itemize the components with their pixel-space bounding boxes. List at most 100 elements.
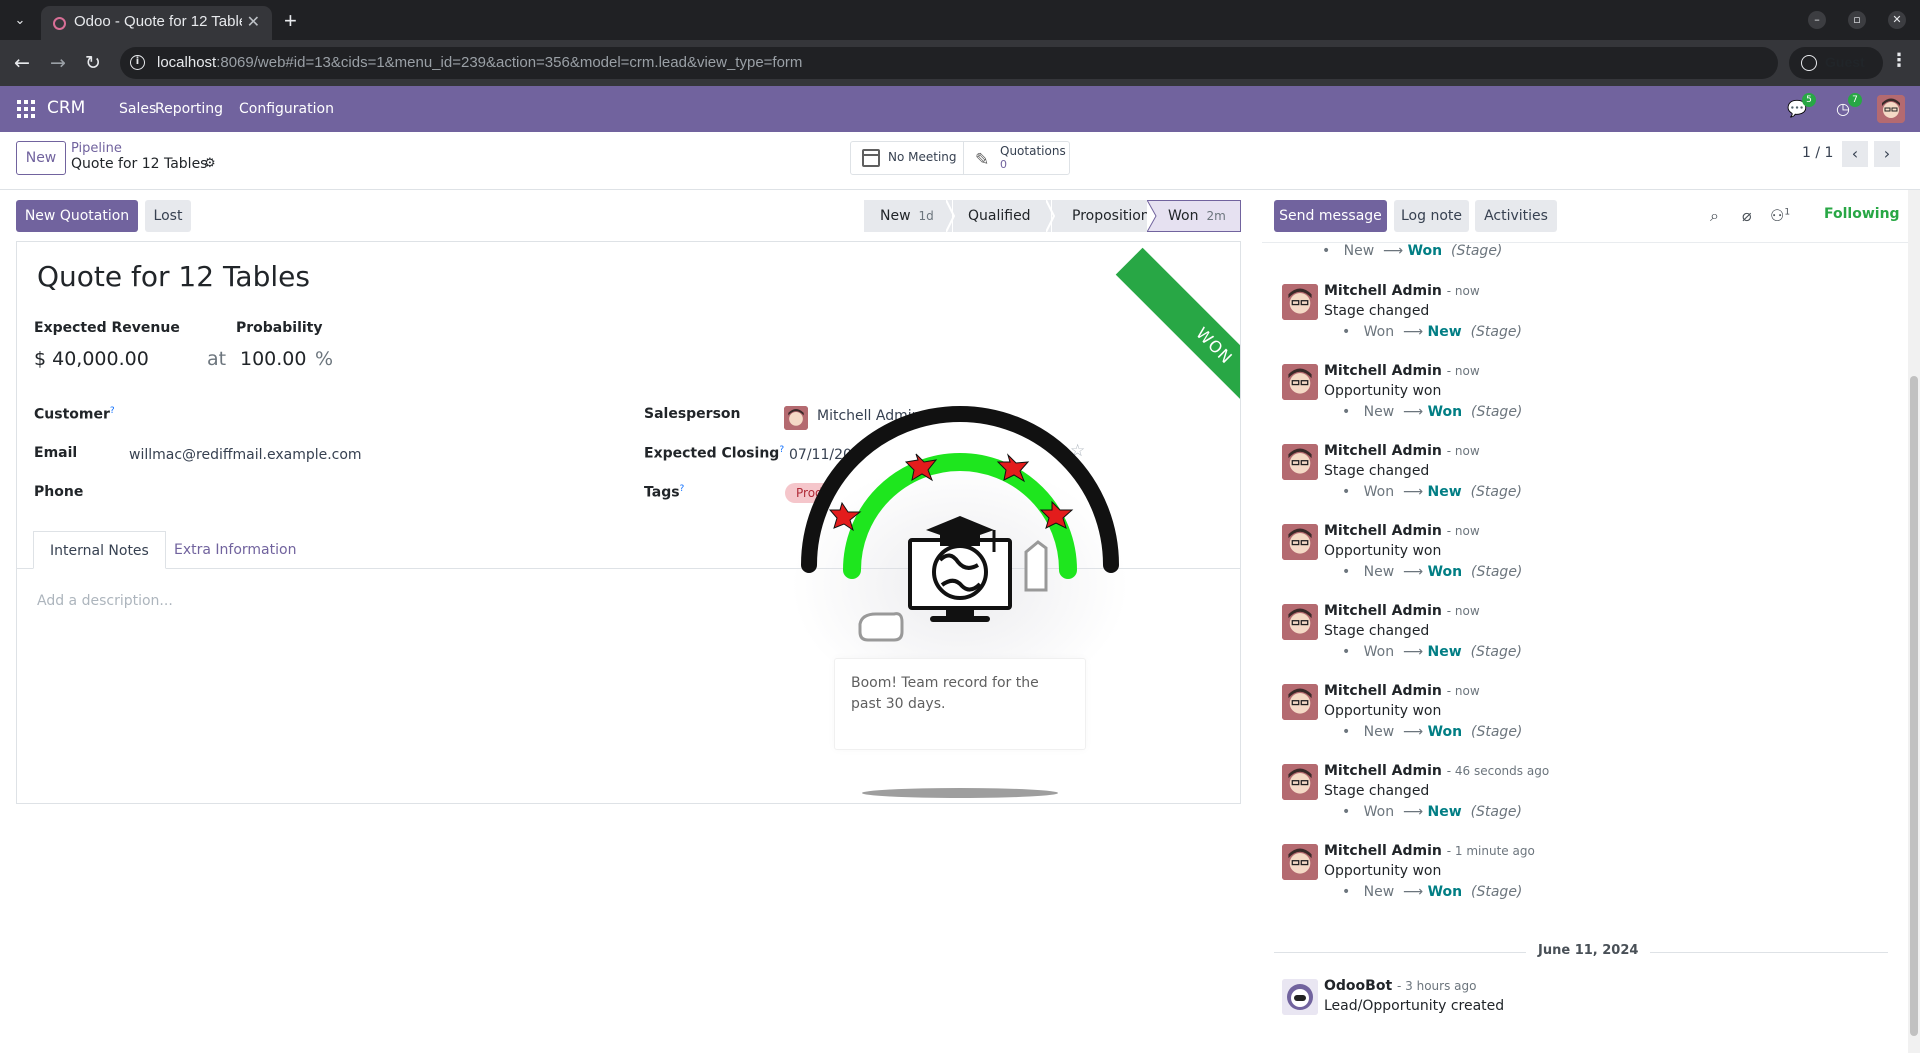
tab-close-icon[interactable]: ✕ xyxy=(247,12,260,31)
search-icon[interactable]: ⌕ xyxy=(1710,206,1719,226)
tab-search-chevron-icon[interactable]: ⌄ xyxy=(8,9,32,33)
window-close-icon[interactable]: ✕ xyxy=(1888,11,1906,29)
author-avatar[interactable] xyxy=(1282,604,1318,640)
url-text: localhost:8069/web#id=13&cids=1&menu_id=… xyxy=(157,54,803,71)
tracking-line: • Won ⟶ New (Stage) xyxy=(1342,484,1522,500)
paperclip-icon[interactable]: ⌀ xyxy=(1742,206,1752,225)
control-panel: New Pipeline Quote for 12 Tables ⚙ No Me… xyxy=(0,132,1920,190)
message-author: Mitchell Admin - now xyxy=(1324,283,1480,299)
browser-menu-icon[interactable]: ⋮ xyxy=(1890,50,1908,71)
reload-icon[interactable]: ↻ xyxy=(80,50,106,76)
author-avatar[interactable] xyxy=(1282,284,1318,320)
chatter-message: Mitchell Admin - now Stage changed • Won ⟶… xyxy=(1272,283,1872,363)
browser-tab[interactable]: Odoo - Quote for 12 Tables ✕ xyxy=(41,6,272,40)
message-author: Mitchell Admin - now xyxy=(1324,523,1480,539)
stage-arrow-separator xyxy=(1046,200,1056,232)
send-message-button[interactable]: Send message xyxy=(1274,200,1387,232)
expected-closing-label: Expected Closing? xyxy=(644,445,785,462)
message-author: Mitchell Admin - now xyxy=(1324,603,1480,619)
tab-extra-information[interactable]: Extra Information xyxy=(158,531,312,569)
following-button[interactable]: Following xyxy=(1824,206,1900,222)
chatter-message: Mitchell Admin - now Stage changed • Won ⟶… xyxy=(1272,443,1872,523)
menu-sales[interactable]: Sales xyxy=(119,101,156,117)
back-arrow-icon[interactable]: ← xyxy=(9,50,35,76)
phone-label: Phone xyxy=(34,484,84,500)
chatter-message: Mitchell Admin - now Opportunity won • New… xyxy=(1272,683,1872,763)
message-body: Opportunity won xyxy=(1324,703,1442,719)
app-name[interactable]: CRM xyxy=(47,98,85,118)
calendar-icon xyxy=(862,149,880,167)
message-body: Stage changed xyxy=(1324,783,1430,799)
author-avatar[interactable] xyxy=(1282,844,1318,880)
author-avatar[interactable] xyxy=(1282,764,1318,800)
new-record-button[interactable]: New xyxy=(16,141,66,175)
tracking-line: • New ⟶ Won (Stage) xyxy=(1342,724,1523,740)
log-note-button[interactable]: Log note xyxy=(1394,200,1469,232)
profile-label: Guest xyxy=(1825,54,1865,70)
author-avatar[interactable] xyxy=(1282,444,1318,480)
activities-button[interactable]: Activities xyxy=(1475,200,1557,232)
app-menu-grid-icon[interactable] xyxy=(17,100,35,118)
odoo-navbar: CRM Sales Reporting Configuration 💬 5 ◷ 7 xyxy=(0,86,1920,132)
edit-icon: ✎ xyxy=(975,150,990,170)
probability-at: at xyxy=(207,348,227,370)
profile-button[interactable]: Guest xyxy=(1789,47,1883,79)
stage-qualified[interactable]: Qualified xyxy=(953,200,1051,232)
message-author: Mitchell Admin - now xyxy=(1324,443,1480,459)
restore-icon[interactable]: ▫ xyxy=(1848,11,1866,29)
expected-revenue-value[interactable]: $ 40,000.00 xyxy=(34,348,149,370)
probability-value[interactable]: 100.00 xyxy=(240,348,306,370)
odoo-favicon-icon xyxy=(53,17,66,30)
new-quotation-button[interactable]: New Quotation xyxy=(16,200,138,232)
tab-internal-notes[interactable]: Internal Notes xyxy=(33,531,166,569)
lost-button[interactable]: Lost xyxy=(145,200,191,232)
new-tab-plus-icon[interactable]: + xyxy=(284,8,297,34)
message-author: Mitchell Admin - 1 minute ago xyxy=(1324,843,1535,859)
rainbow-message: Boom! Team record for the past 30 days. xyxy=(834,658,1086,750)
message-author: OdooBot - 3 hours ago xyxy=(1324,978,1477,994)
help-icon[interactable]: ? xyxy=(680,484,685,494)
stage-won[interactable]: Won 2m xyxy=(1147,200,1241,232)
pager-value[interactable]: 1 / 1 xyxy=(1802,145,1833,161)
chatter-scrollbar[interactable] xyxy=(1908,190,1920,1053)
forward-arrow-icon[interactable]: → xyxy=(45,50,71,76)
help-icon[interactable]: ? xyxy=(110,406,115,416)
followers-count: 1 xyxy=(1784,207,1791,218)
messages-icon[interactable]: 💬 5 xyxy=(1786,93,1816,120)
help-icon[interactable]: ? xyxy=(779,445,784,455)
pager-next-icon[interactable]: › xyxy=(1874,141,1900,167)
email-value[interactable]: willmac@rediffmail.example.com xyxy=(129,447,362,463)
tracking-line: • New ⟶ Won (Stage) xyxy=(1342,884,1523,900)
author-avatar[interactable] xyxy=(1282,364,1318,400)
author-avatar[interactable] xyxy=(1282,524,1318,560)
message-body: Stage changed xyxy=(1324,623,1430,639)
stage-arrow-separator xyxy=(946,200,956,232)
followers-icon[interactable]: ⚇1 xyxy=(1770,206,1790,225)
stage-arrow-separator xyxy=(1147,200,1157,232)
stage-statusbar: New 1d Qualified Proposition Won 2m xyxy=(864,200,1241,232)
message-body: Opportunity won xyxy=(1324,543,1442,559)
menu-reporting[interactable]: Reporting xyxy=(155,101,223,117)
tracking-line: • New ⟶ Won (Stage) xyxy=(1342,564,1523,580)
menu-configuration[interactable]: Configuration xyxy=(239,101,334,117)
rainbow-man-effect[interactable]: Boom! Team record for the past 30 days. xyxy=(790,400,1130,810)
address-bar[interactable]: i localhost:8069/web#id=13&cids=1&menu_i… xyxy=(120,47,1778,79)
chatter-topbar: Send message Log note Activities ⌕ ⌀ ⚇1 xyxy=(1262,190,1920,243)
gear-icon[interactable]: ⚙ xyxy=(204,156,216,171)
quotations-smart-button[interactable]: ✎ Quotations 0 xyxy=(965,142,1069,174)
site-info-icon[interactable]: i xyxy=(130,55,145,70)
stage-new[interactable]: New 1d xyxy=(864,200,952,232)
activities-clock-icon[interactable]: ◷ 7 xyxy=(1832,93,1862,120)
rainbow-shadow xyxy=(862,788,1058,798)
message-author: Mitchell Admin - now xyxy=(1324,683,1480,699)
minimize-icon[interactable]: – xyxy=(1808,11,1826,29)
user-avatar[interactable] xyxy=(1877,95,1905,123)
tracking-line: • Won ⟶ New (Stage) xyxy=(1342,644,1522,660)
email-label: Email xyxy=(34,445,78,461)
author-avatar[interactable] xyxy=(1282,684,1318,720)
meeting-smart-button[interactable]: No Meeting xyxy=(851,142,964,174)
description-field[interactable]: Add a description... xyxy=(37,593,173,609)
opportunity-title[interactable]: Quote for 12 Tables xyxy=(37,260,310,293)
pager-previous-icon[interactable]: ‹ xyxy=(1842,141,1868,167)
breadcrumb-pipeline[interactable]: Pipeline xyxy=(71,141,122,156)
